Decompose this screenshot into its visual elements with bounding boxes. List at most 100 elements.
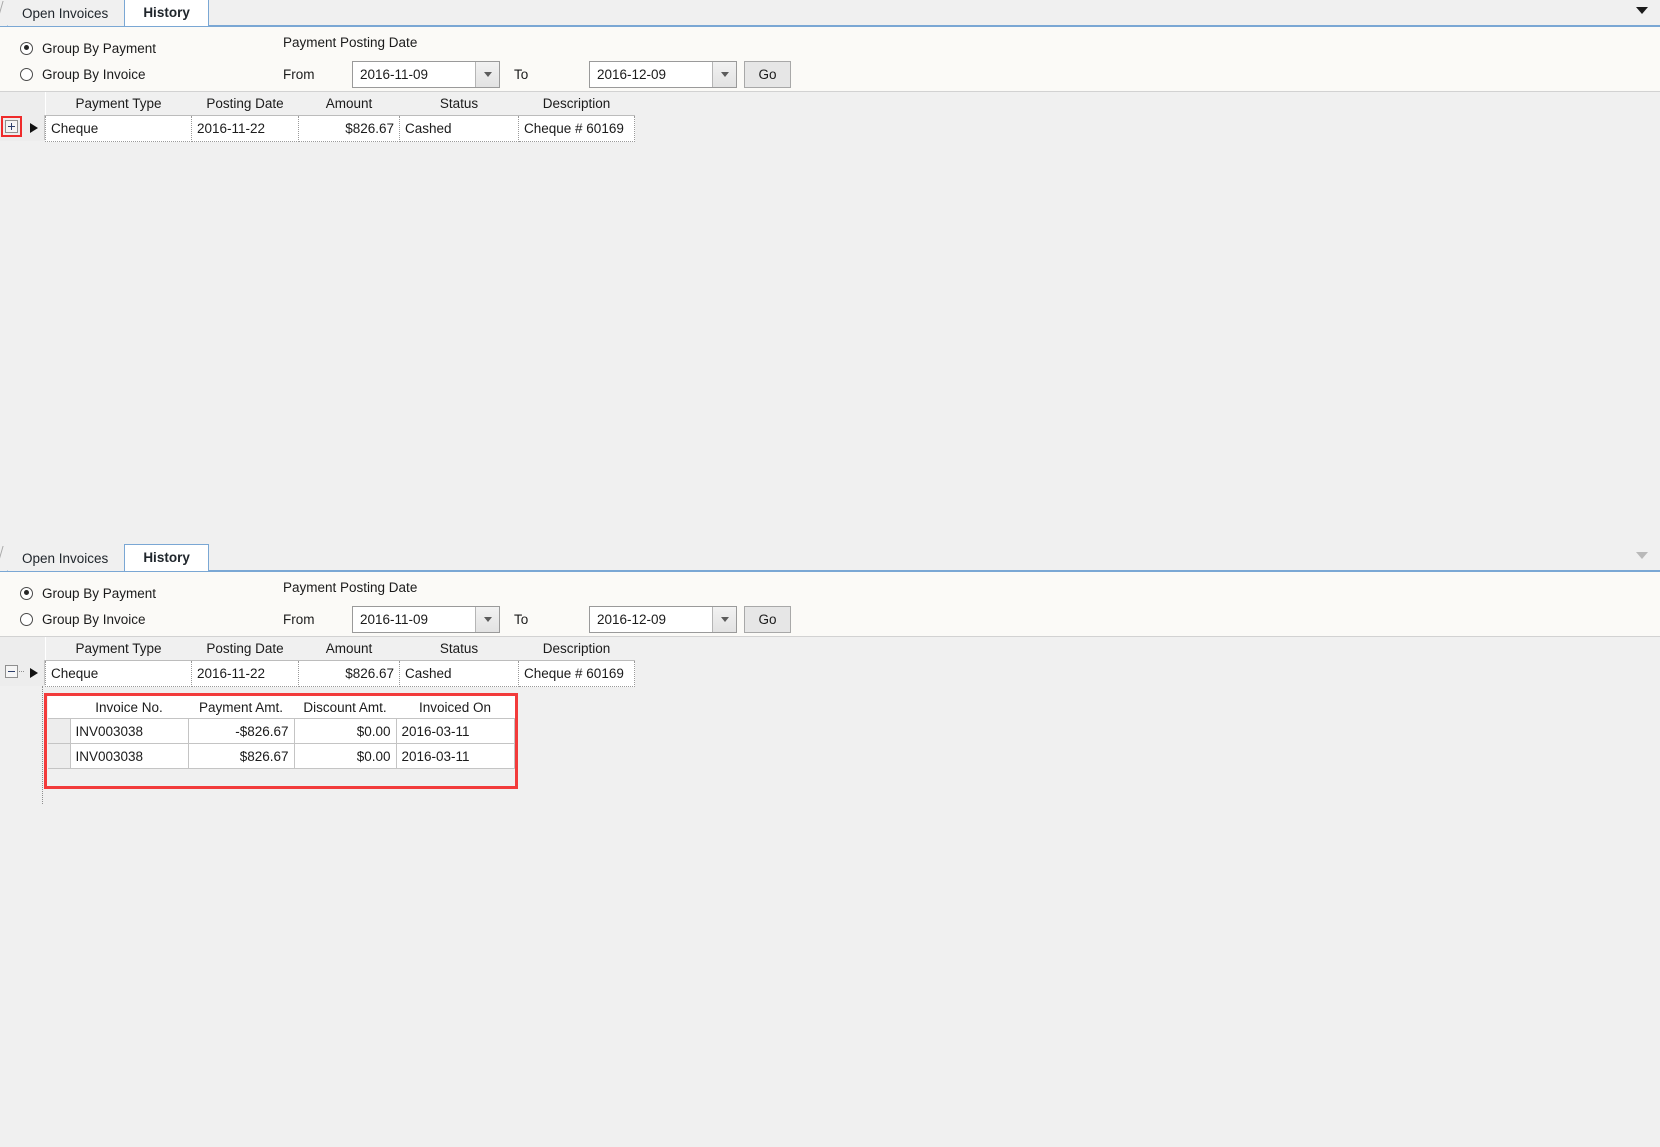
payment-master-grid-top: Payment Type Posting Date Amount Status …: [45, 92, 635, 142]
row-pointer-icon: [30, 122, 38, 133]
cell-amount[interactable]: $826.67: [298, 115, 400, 142]
column-header-status[interactable]: Status: [399, 637, 519, 661]
table-header-row: Payment Type Posting Date Amount Status …: [45, 637, 635, 661]
payment-posting-date-label-bottom: Payment Posting Date: [283, 580, 418, 595]
row-selector-bottom[interactable]: [24, 660, 45, 685]
column-header-invoice-no[interactable]: Invoice No.: [70, 696, 188, 719]
table-row[interactable]: INV003038 $826.67 $0.00 2016-03-11: [48, 743, 515, 769]
radio-label: Group By Payment: [42, 585, 157, 601]
column-header-payment-amt[interactable]: Payment Amt.: [188, 696, 294, 719]
payment-posting-date-label-top: Payment Posting Date: [283, 35, 418, 50]
radio-group-by-payment-bottom[interactable]: Group By Payment: [20, 580, 156, 606]
column-header-payment-type[interactable]: Payment Type: [45, 92, 192, 116]
radio-button-icon: [20, 41, 33, 55]
cell-invoice-no[interactable]: INV003038: [69, 718, 189, 744]
from-label-bottom: From: [283, 612, 315, 627]
table-row[interactable]: Cheque 2016-11-22 $826.67 Cashed Cheque …: [45, 115, 635, 142]
chevron-down-icon[interactable]: [1636, 7, 1648, 14]
chevron-down-icon: [483, 617, 492, 622]
filter-bar-top: Group By Payment Group By Invoice Paymen…: [0, 27, 1660, 92]
group-by-radio-group-top: Group By Payment Group By Invoice: [20, 35, 156, 87]
go-button-bottom[interactable]: Go: [744, 606, 791, 633]
tab-label: History: [143, 550, 190, 565]
to-label-bottom: To: [514, 612, 529, 627]
cell-invoiced-on[interactable]: 2016-03-11: [395, 718, 515, 744]
from-date-picker-top[interactable]: 2016-11-09: [352, 61, 500, 88]
calendar-dropdown-button[interactable]: [712, 607, 736, 632]
column-header-description[interactable]: Description: [518, 92, 635, 116]
to-label-top: To: [514, 67, 529, 82]
cell-status[interactable]: Cashed: [399, 660, 519, 687]
detail-row-selector[interactable]: [48, 743, 71, 769]
table-row[interactable]: INV003038 -$826.67 $0.00 2016-03-11: [48, 718, 515, 744]
cell-discount-amt[interactable]: $0.00: [293, 743, 397, 769]
radio-button-icon: [20, 586, 33, 600]
table-header-row: Payment Type Posting Date Amount Status …: [45, 92, 635, 116]
column-header-amount[interactable]: Amount: [298, 92, 400, 116]
go-button-top[interactable]: Go: [744, 61, 791, 88]
from-label-top: From: [283, 67, 315, 82]
radio-label: Group By Invoice: [42, 66, 146, 82]
tab-strip-bottom: Open Invoices History: [0, 544, 1660, 572]
tab-edge-left-icon: [0, 1, 15, 26]
history-panel-bottom: Open Invoices History Group By Payment G…: [0, 544, 1660, 1147]
radio-group-by-payment-top[interactable]: Group By Payment: [20, 35, 156, 61]
from-date-value: 2016-11-09: [360, 67, 429, 82]
from-date-value: 2016-11-09: [360, 612, 429, 627]
tab-label: History: [143, 5, 190, 20]
table-header-row: Invoice No. Payment Amt. Discount Amt. I…: [48, 696, 514, 719]
cell-posting-date[interactable]: 2016-11-22: [191, 660, 299, 687]
tab-strip-top: Open Invoices History: [0, 0, 1660, 27]
column-header-posting-date[interactable]: Posting Date: [191, 637, 299, 661]
column-header-status[interactable]: Status: [399, 92, 519, 116]
tab-history-top[interactable]: History: [124, 0, 209, 26]
column-header-payment-type[interactable]: Payment Type: [45, 637, 192, 661]
cell-description[interactable]: Cheque # 60169: [518, 660, 635, 687]
radio-group-by-invoice-top[interactable]: Group By Invoice: [20, 61, 156, 87]
table-row[interactable]: Cheque 2016-11-22 $826.67 Cashed Cheque …: [45, 660, 635, 687]
from-date-picker-bottom[interactable]: 2016-11-09: [352, 606, 500, 633]
calendar-dropdown-button[interactable]: [475, 607, 499, 632]
radio-group-by-invoice-bottom[interactable]: Group By Invoice: [20, 606, 156, 632]
detail-row-selector[interactable]: [48, 718, 71, 744]
column-header-posting-date[interactable]: Posting Date: [191, 92, 299, 116]
cell-payment-type[interactable]: Cheque: [45, 115, 192, 142]
cell-invoiced-on[interactable]: 2016-03-11: [395, 743, 515, 769]
cell-payment-amt[interactable]: -$826.67: [187, 718, 295, 744]
tab-label: Open Invoices: [22, 551, 109, 566]
chevron-down-icon: [483, 72, 492, 77]
tab-history-bottom[interactable]: History: [124, 544, 209, 571]
calendar-dropdown-button[interactable]: [475, 62, 499, 87]
detail-row-selector-header: [48, 696, 70, 719]
column-header-description[interactable]: Description: [518, 637, 635, 661]
column-header-amount[interactable]: Amount: [298, 637, 400, 661]
column-header-discount-amt[interactable]: Discount Amt.: [294, 696, 396, 719]
cell-description[interactable]: Cheque # 60169: [518, 115, 635, 142]
row-pointer-icon: [30, 667, 38, 678]
row-expander-minus-icon-bottom[interactable]: [5, 665, 18, 678]
tab-list-bottom: Open Invoices History: [0, 544, 209, 571]
payment-master-grid-bottom: Payment Type Posting Date Amount Status …: [45, 637, 635, 687]
cell-amount[interactable]: $826.67: [298, 660, 400, 687]
tree-vertical-line-icon: [42, 686, 43, 804]
payment-grid-area-top: Payment Type Posting Date Amount Status …: [0, 92, 1660, 546]
cell-status[interactable]: Cashed: [399, 115, 519, 142]
tab-open-invoices-bottom[interactable]: Open Invoices: [0, 546, 135, 571]
radio-button-icon: [20, 67, 33, 81]
column-header-invoiced-on[interactable]: Invoiced On: [396, 696, 514, 719]
filter-bar-bottom: Group By Payment Group By Invoice Paymen…: [0, 572, 1660, 637]
cell-payment-amt[interactable]: $826.67: [187, 743, 295, 769]
to-date-picker-bottom[interactable]: 2016-12-09: [589, 606, 737, 633]
to-date-value: 2016-12-09: [597, 612, 667, 627]
chevron-down-icon[interactable]: [1636, 552, 1648, 559]
payment-grid-area-bottom: Payment Type Posting Date Amount Status …: [0, 637, 1660, 1147]
cell-invoice-no[interactable]: INV003038: [69, 743, 189, 769]
row-selector-top[interactable]: [24, 115, 45, 140]
tab-open-invoices-top[interactable]: Open Invoices: [0, 1, 135, 26]
calendar-dropdown-button[interactable]: [712, 62, 736, 87]
row-expander-plus-icon-top[interactable]: [5, 120, 18, 133]
cell-posting-date[interactable]: 2016-11-22: [191, 115, 299, 142]
to-date-picker-top[interactable]: 2016-12-09: [589, 61, 737, 88]
cell-discount-amt[interactable]: $0.00: [293, 718, 397, 744]
cell-payment-type[interactable]: Cheque: [45, 660, 192, 687]
